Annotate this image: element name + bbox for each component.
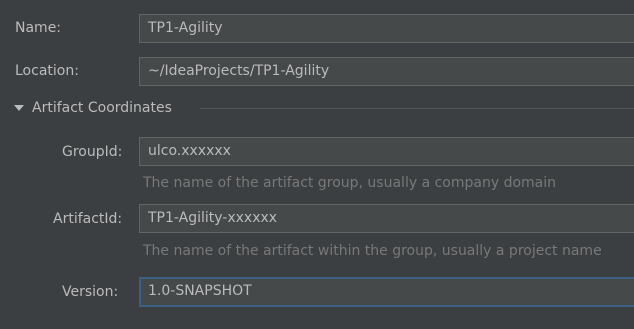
group-id-field[interactable]: ulco.xxxxxx [139,137,634,166]
name-label: Name: [15,20,62,36]
location-field[interactable]: ~/IdeaProjects/TP1-Agility [139,57,634,86]
location-label: Location: [15,63,79,79]
name-field[interactable]: TP1-Agility [139,14,634,43]
chevron-down-icon [14,105,24,111]
artifact-id-field[interactable]: TP1-Agility-xxxxxx [139,204,634,233]
group-id-label: GroupId: [62,144,123,160]
artifact-coordinates-toggle[interactable]: Artifact Coordinates [14,98,172,118]
group-id-hint: The name of the artifact group, usually … [143,175,556,191]
artifact-coordinates-title: Artifact Coordinates [32,100,172,116]
artifact-id-hint: The name of the artifact within the grou… [143,243,602,259]
version-label: Version: [62,284,119,300]
artifact-id-label: ArtifactId: [53,211,123,227]
version-field[interactable]: 1.0-SNAPSHOT [139,277,634,307]
section-divider [200,108,634,109]
